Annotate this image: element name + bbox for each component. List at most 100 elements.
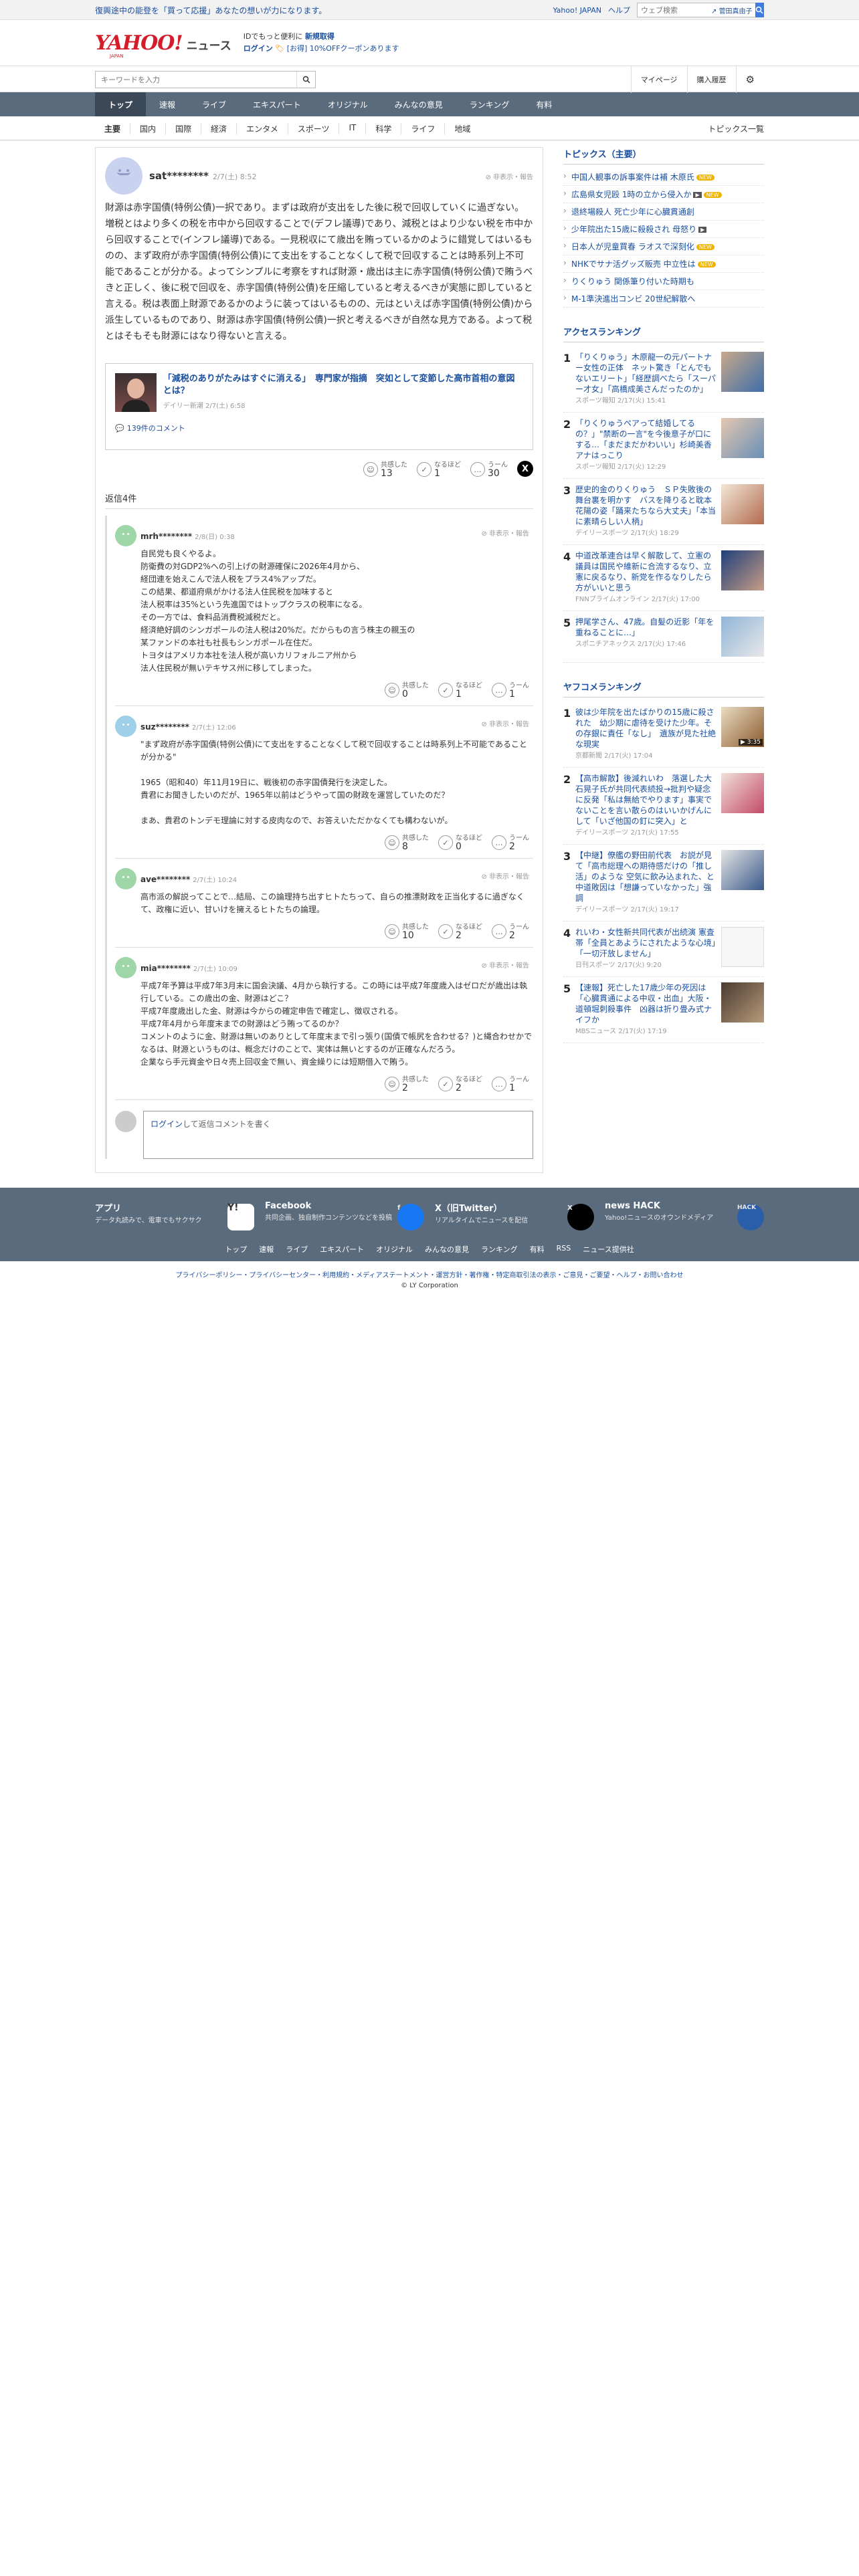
login-link[interactable]: ログイン xyxy=(244,44,273,53)
footer-link[interactable]: トップ xyxy=(225,1244,247,1255)
footer-link[interactable]: オリジナル xyxy=(376,1244,413,1255)
cat-it[interactable]: IT xyxy=(339,122,367,134)
empathy-button[interactable]: ☺ 共感した 8 xyxy=(385,834,429,851)
promo-link[interactable]: 復興途中の能登を「買って応援」あなたの想いが力になります。 xyxy=(95,5,326,16)
footer-facebook[interactable]: Facebook 共同企画、独自制作コンテンツなどを投稿 f xyxy=(265,1201,424,1230)
web-search-input[interactable] xyxy=(638,3,711,17)
uun-button[interactable]: … うーん 1 xyxy=(492,681,529,699)
cat-local[interactable]: 地域 xyxy=(445,123,480,134)
footer-link[interactable]: ニュース提供社 xyxy=(583,1244,634,1255)
ranking-item[interactable]: 1 彼は少年院を出たばかりの15歳に殺された 幼少期に虐待を受けた少年。その存銀に… xyxy=(563,702,764,768)
article-title[interactable]: 「減税のありがたみはすぐに消える」 専門家が指摘 突如として変節した高市首相の意… xyxy=(163,373,523,397)
topic-item[interactable]: M-1準決進出コンビ 20世紀解散へ xyxy=(563,290,764,308)
reply-login-link[interactable]: ログイン xyxy=(151,1119,183,1129)
ranking-item[interactable]: 5 【速報】死亡した17歳少年の死因は「心臓貫通による中収・出血」大阪・道頓堀刺殺… xyxy=(563,977,764,1043)
signup-link[interactable]: 新規取得 xyxy=(305,32,335,41)
naruhodo-button[interactable]: ✓ なるほど 2 xyxy=(438,1075,482,1093)
history-link[interactable]: 購入履歴 xyxy=(686,66,736,93)
footer-app[interactable]: アプリ データ丸読みで、電車でもサクサク Y! xyxy=(95,1201,254,1230)
footer-x[interactable]: X（旧Twitter） リアルタイムでニュースを配信 X xyxy=(435,1201,594,1230)
rank-title[interactable]: 押尾学さん、47歳。自髪の近影「年を重ねることに…」 xyxy=(575,617,714,637)
article-comments-link[interactable]: 💬 139件のコメント xyxy=(115,423,523,433)
uun-button[interactable]: … うーん 2 xyxy=(492,923,529,940)
nav-original[interactable]: オリジナル xyxy=(314,92,381,116)
ranking-item[interactable]: 4 中道改革連合は早く解散して、立憲の議員は国民や維新に合流するなり、立憲に戻るな… xyxy=(563,545,764,611)
footer-link[interactable]: ライブ xyxy=(286,1244,308,1255)
hide-report-link[interactable]: ⊘ 非表示・報告 xyxy=(485,171,533,181)
topic-item[interactable]: 日本人が児童買春 ラオスで深刻化NEW xyxy=(563,238,764,255)
trend-word[interactable]: ↗ 菅田真由子 xyxy=(711,5,755,15)
footer-link[interactable]: 速報 xyxy=(259,1244,274,1255)
naruhodo-button[interactable]: ✓ なるほど 2 xyxy=(438,923,482,940)
cat-science[interactable]: 科学 xyxy=(366,122,402,134)
rank-title[interactable]: 【高市解散】後減れいわ 落選した大石晃子氏が共同代表続投→批判や疑念に反発「私は… xyxy=(575,774,712,826)
rank-title[interactable]: 彼は少年院を出たばかりの15歳に殺された 幼少期に虐待を受けた少年。その存銀に責… xyxy=(575,708,716,749)
footer-link[interactable]: RSS xyxy=(557,1244,571,1255)
hide-report-link[interactable]: ⊘ 非表示・報告 xyxy=(481,528,529,538)
rank-title[interactable]: 「りくりゅう」木原龍一の元パートナー女性の正体 ネット驚き「とんでもないエリート… xyxy=(575,352,716,394)
cat-domestic[interactable]: 国内 xyxy=(130,122,167,134)
yahoo-news-logo[interactable]: YAHOO! JAPAN ニュース xyxy=(95,31,231,60)
topic-item[interactable]: りくりゅう 関係筆り付いた時期も xyxy=(563,273,764,290)
hide-report-link[interactable]: ⊘ 非表示・報告 xyxy=(481,718,529,728)
nav-live[interactable]: ライブ xyxy=(189,92,240,116)
reply-input[interactable]: ログインして返信コメントを書く xyxy=(143,1111,533,1159)
rank-title[interactable]: 【中継】僚艦の野田前代表 お説が見て「高市総理への期待感だけの「推し活」のような… xyxy=(575,851,714,903)
ranking-item[interactable]: 1 「りくりゅう」木原龍一の元パートナー女性の正体 ネット驚き「とんでもないエリー… xyxy=(563,346,764,413)
hide-report-link[interactable]: ⊘ 非表示・報告 xyxy=(481,960,529,970)
rank-title[interactable]: 歴史的金のりくりゅう ＳＰ失敗後の舞台裏を明かす バスを降りると耽本花陽の姿「踊… xyxy=(575,485,716,526)
topic-item[interactable]: 退終場殺人 死亡少年に心臓貫通創 xyxy=(563,203,764,221)
rank-title[interactable]: 「りくりゅうペアって結婚してるの？」"禁断の一言"を今後意子が口にする…「まだま… xyxy=(575,419,712,460)
cat-life[interactable]: ライフ xyxy=(401,122,446,134)
topic-item[interactable]: 少年院出た15歳に殺殺され 母怒り▶ xyxy=(563,221,764,238)
empathy-button[interactable]: ☺ 共感した 10 xyxy=(385,923,429,940)
footer-link[interactable]: ランキング xyxy=(481,1244,518,1255)
web-search-button[interactable] xyxy=(755,3,764,17)
coupon-link[interactable]: [お得] 10%OFFクーポンあります xyxy=(287,44,399,53)
cat-economy[interactable]: 経済 xyxy=(201,122,237,134)
empathy-button[interactable]: ☺ 共感した 13 xyxy=(363,461,407,478)
rank-title[interactable]: 中道改革連合は早く解散して、立憲の議員は国民や維新に合流するなり、立憲に戻るなり… xyxy=(575,551,712,593)
footer-link[interactable]: 有料 xyxy=(530,1244,545,1255)
ranking-item[interactable]: 3 【中継】僚艦の野田前代表 お説が見て「高市総理への期待感だけの「推し活」のよう… xyxy=(563,845,764,922)
help-link[interactable]: ヘルプ xyxy=(608,5,630,15)
topics-all-link[interactable]: トピックス一覧 xyxy=(708,123,764,134)
uun-button[interactable]: … うーん 30 xyxy=(470,461,508,478)
nav-ranking[interactable]: ランキング xyxy=(456,92,523,116)
footer-link[interactable]: エキスパート xyxy=(320,1244,364,1255)
footer-newshack[interactable]: news HACK Yahoo!ニュースのオウンドメディア HACK xyxy=(605,1201,764,1230)
naruhodo-button[interactable]: ✓ なるほど 1 xyxy=(438,681,482,699)
article-card[interactable]: 「減税のありがたみはすぐに消える」 専門家が指摘 突如として変節した高市首相の意… xyxy=(105,363,533,450)
footer-link[interactable]: みんなの意見 xyxy=(425,1244,469,1255)
yahoo-japan-link[interactable]: Yahoo! JAPAN xyxy=(553,6,601,15)
empathy-button[interactable]: ☺ 共感した 0 xyxy=(385,681,429,699)
rank-title[interactable]: れいわ・女性新共同代表が出続演 憲査帯「全員とあようにされたような心境」「一切汗… xyxy=(575,928,716,958)
ranking-item[interactable]: 4 れいわ・女性新共同代表が出続演 憲査帯「全員とあようにされたような心境」「一切… xyxy=(563,922,764,977)
cat-world[interactable]: 国際 xyxy=(166,122,202,134)
x-share-button[interactable]: X xyxy=(517,461,533,477)
topic-item[interactable]: NHKでサナ活グッズ販売 中立性はNEW xyxy=(563,255,764,273)
cat-main[interactable]: 主要 xyxy=(95,122,131,134)
nav-breaking[interactable]: 速報 xyxy=(146,92,189,116)
cat-sports[interactable]: スポーツ xyxy=(288,122,340,134)
ranking-item[interactable]: 2 「りくりゅうペアって結婚してるの？」"禁断の一言"を今後意子が口にする…「まだ… xyxy=(563,413,764,479)
settings-button[interactable]: ⚙ xyxy=(735,66,764,93)
ranking-item[interactable]: 3 歴史的金のりくりゅう ＳＰ失敗後の舞台裏を明かす バスを降りると耽本花陽の姿「… xyxy=(563,479,764,545)
ranking-item[interactable]: 2 【高市解散】後減れいわ 落選した大石晃子氏が共同代表続投→批判や疑念に反発「私… xyxy=(563,768,764,845)
cat-entertainment[interactable]: エンタメ xyxy=(237,122,288,134)
rank-title[interactable]: 【速報】死亡した17歳少年の死因は「心臓貫通による中収・出血」大阪・道頓堀刺殺事… xyxy=(575,983,712,1025)
nav-opinion[interactable]: みんなの意見 xyxy=(381,92,456,116)
topic-item[interactable]: 中国人観事の訴事案件は補 木原氏NEW xyxy=(563,169,764,186)
ranking-item[interactable]: 5 押尾学さん、47歳。自髪の近影「年を重ねることに…」 スポニチアネックス 2/1… xyxy=(563,611,764,663)
naruhodo-button[interactable]: ✓ なるほど 1 xyxy=(417,461,461,478)
nav-top[interactable]: トップ xyxy=(95,92,147,116)
nav-paid[interactable]: 有料 xyxy=(522,92,565,116)
uun-button[interactable]: … うーん 1 xyxy=(492,1075,529,1093)
mypage-link[interactable]: マイページ xyxy=(630,66,687,93)
topic-item[interactable]: 広島県女児殴 1時の立から侵入か▶NEW xyxy=(563,186,764,203)
legal-links[interactable]: プライバシーポリシー・プライバシーセンター・利用規約・メディアステートメント・運… xyxy=(0,1269,859,1279)
hide-report-link[interactable]: ⊘ 非表示・報告 xyxy=(481,871,529,881)
news-search-button[interactable] xyxy=(296,72,315,88)
nav-expert[interactable]: エキスパート xyxy=(240,92,314,116)
naruhodo-button[interactable]: ✓ なるほど 0 xyxy=(438,834,482,851)
